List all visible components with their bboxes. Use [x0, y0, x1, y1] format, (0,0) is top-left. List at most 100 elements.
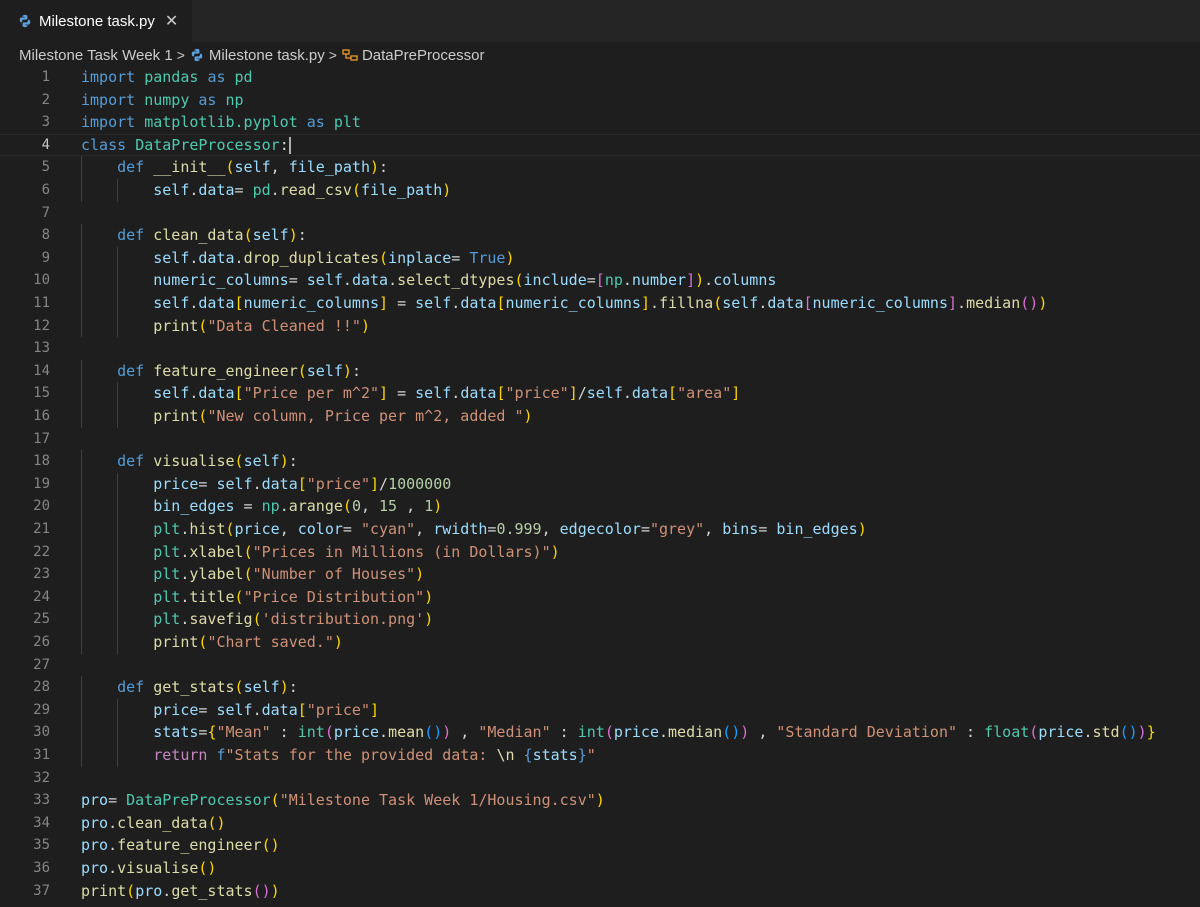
code-text: price= self.data["price"] [153, 700, 380, 719]
line-number: 35 [33, 837, 50, 854]
code-line[interactable]: 4 class DataPreProcessor: [0, 133, 1200, 157]
code-text: self.data= pd.read_csv(file_path) [153, 181, 452, 199]
line-number: 29 [33, 701, 50, 718]
code-line[interactable]: 13 [0, 337, 1200, 360]
line-number: 22 [33, 543, 50, 560]
line-number: 13 [33, 340, 50, 357]
line-number: 3 [41, 114, 50, 131]
class-symbol-icon [342, 49, 358, 61]
line-number: 36 [33, 860, 50, 876]
code-line[interactable]: 6 self.data= pd.read_csv(file_path) [0, 179, 1200, 202]
code-line[interactable]: 12 print("Data Cleaned !!") [0, 314, 1200, 338]
code-text: class DataPreProcessor: [81, 135, 291, 154]
code-line[interactable]: 29 price= self.data["price"] [0, 698, 1200, 722]
python-file-icon [19, 14, 31, 28]
code-line[interactable]: 5 def __init__(self, file_path): [0, 156, 1200, 179]
line-number: 27 [33, 656, 50, 673]
chevron-right-icon: > [328, 47, 337, 63]
line-number: 15 [33, 385, 50, 402]
code-text: import pandas as pd [81, 68, 253, 86]
line-number: 8 [41, 227, 50, 244]
code-line[interactable]: 32 [0, 767, 1200, 790]
line-number: 23 [33, 566, 50, 583]
line-number: 18 [33, 453, 50, 470]
code-text: numeric_columns= self.data.select_dtypes… [153, 271, 777, 290]
line-number: 19 [33, 475, 50, 492]
code-text: plt.xlabel("Prices in Millions (in Dolla… [153, 542, 560, 561]
code-text: def clean_data(self): [117, 226, 307, 245]
code-editor[interactable]: 1 import pandas as pd 2 import numpy as np 3… [0, 66, 1200, 907]
breadcrumb: Milestone Task Week 1 > Milestone task.p… [0, 42, 1200, 68]
code-line[interactable]: 14 def feature_engineer(self): [0, 359, 1200, 383]
code-line[interactable]: 7 [0, 202, 1200, 225]
code-text: bin_edges = np.arange(0, 15 , 1) [153, 497, 443, 516]
code-text: self.data[numeric_columns] = self.data[n… [153, 294, 1048, 312]
code-text: pro.clean_data() [81, 813, 226, 832]
code-line[interactable]: 24 plt.title("Price Distribution") [0, 585, 1200, 609]
code-text: plt.ylabel("Number of Houses") [153, 565, 425, 584]
code-text: def __init__(self, file_path): [117, 158, 389, 177]
line-number: 16 [33, 408, 50, 424]
code-line[interactable]: 15 self.data["Price per m^2"] = self.dat… [0, 382, 1200, 405]
line-number: 5 [41, 159, 50, 176]
code-text: self.data.drop_duplicates(inplace= True) [153, 248, 515, 267]
code-line[interactable]: 21 plt.hist(price, color= "cyan", rwidth… [0, 518, 1200, 541]
code-line[interactable]: 36 pro.visualise() [0, 857, 1200, 880]
line-number: 17 [33, 430, 50, 447]
line-number: 2 [41, 91, 50, 108]
code-line[interactable]: 1 import pandas as pd [0, 66, 1200, 89]
code-line[interactable]: 31 return f"Stats for the provided data:… [0, 744, 1200, 767]
code-line[interactable]: 17 [0, 428, 1200, 451]
code-line[interactable]: 27 [0, 654, 1200, 677]
tab-bar: Milestone task.py ✕ [0, 0, 1200, 42]
line-number: 12 [33, 317, 50, 334]
line-number: 11 [33, 295, 50, 311]
code-line[interactable]: 3 import matplotlib.pyplot as plt [0, 111, 1200, 134]
code-line[interactable]: 30 stats={"Mean" : int(price.mean()) , "… [0, 721, 1200, 744]
code-text: pro.visualise() [81, 859, 217, 877]
line-number: 25 [33, 611, 50, 628]
chevron-right-icon: > [176, 47, 185, 63]
code-line[interactable]: 8 def clean_data(self): [0, 224, 1200, 247]
code-line[interactable]: 19 price= self.data["price"]/1000000 [0, 472, 1200, 496]
code-line[interactable]: 26 print("Chart saved.") [0, 631, 1200, 654]
code-line[interactable]: 20 bin_edges = np.arange(0, 15 , 1) [0, 495, 1200, 518]
line-number: 10 [33, 272, 50, 289]
python-file-icon [191, 48, 203, 62]
code-text: def visualise(self): [117, 452, 298, 471]
breadcrumb-symbol[interactable]: DataPreProcessor [362, 47, 485, 64]
code-text: pro= DataPreProcessor("Milestone Task We… [81, 791, 605, 810]
code-line[interactable]: 28 def get_stats(self): [0, 676, 1200, 699]
code-text: pro.feature_engineer() [81, 836, 280, 855]
code-text: print(pro.get_stats()) [81, 881, 280, 900]
code-text: print("Data Cleaned !!") [153, 316, 370, 335]
code-text: return f"Stats for the provided data: \n… [153, 746, 596, 764]
tab-milestone-task[interactable]: Milestone task.py ✕ [0, 0, 192, 42]
code-line[interactable]: 9 self.data.drop_duplicates(inplace= Tru… [0, 246, 1200, 270]
line-number: 31 [33, 747, 50, 763]
code-line[interactable]: 35 pro.feature_engineer() [0, 834, 1200, 857]
line-number: 30 [33, 724, 50, 741]
breadcrumb-file[interactable]: Milestone task.py [209, 47, 325, 64]
code-text: self.data["Price per m^2"] = self.data["… [153, 384, 741, 403]
code-line[interactable]: 34 pro.clean_data() [0, 812, 1200, 835]
code-line[interactable]: 16 print("New column, Price per m^2, add… [0, 405, 1200, 428]
close-icon[interactable]: ✕ [165, 11, 178, 31]
code-line[interactable]: 25 plt.savefig('distribution.png') [0, 608, 1200, 631]
text-cursor [288, 136, 291, 154]
code-line[interactable]: 10 numeric_columns= self.data.select_dty… [0, 269, 1200, 292]
code-line[interactable]: 37 print(pro.get_stats()) [0, 880, 1200, 903]
breadcrumb-folder[interactable]: Milestone Task Week 1 [19, 47, 173, 64]
code-text: plt.savefig('distribution.png') [153, 610, 434, 629]
code-line[interactable]: 18 def visualise(self): [0, 450, 1200, 473]
line-number: 28 [33, 679, 50, 696]
code-text: print("New column, Price per m^2, added … [153, 407, 533, 425]
code-line[interactable]: 23 plt.ylabel("Number of Houses") [0, 563, 1200, 586]
line-number: 20 [33, 498, 50, 515]
code-line[interactable]: 33 pro= DataPreProcessor("Milestone Task … [0, 789, 1200, 812]
line-number: 9 [41, 249, 50, 266]
code-line[interactable]: 2 import numpy as np [0, 89, 1200, 112]
code-text: def feature_engineer(self): [117, 361, 361, 380]
code-line[interactable]: 11 self.data[numeric_columns] = self.dat… [0, 292, 1200, 315]
code-line[interactable]: 22 plt.xlabel("Prices in Millions (in Do… [0, 540, 1200, 564]
